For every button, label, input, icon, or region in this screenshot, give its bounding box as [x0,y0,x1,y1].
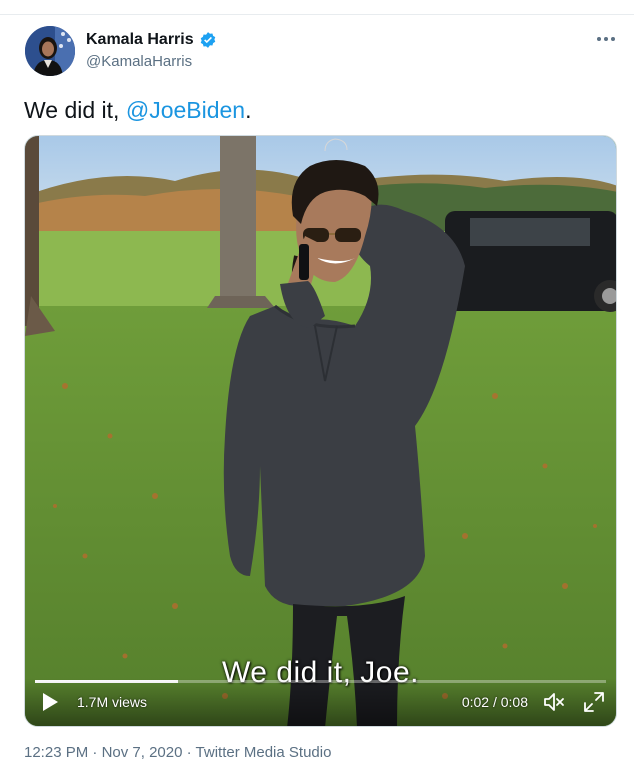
fullscreen-icon [584,692,604,712]
profile-photo-icon [25,26,75,76]
video-frame [25,136,616,726]
divider [0,14,634,15]
mute-icon [544,693,564,711]
video-time: 0:02 / 0:08 [461,694,528,710]
verified-badge-icon [199,31,217,49]
more-options-button[interactable] [595,32,617,46]
play-icon [43,693,58,711]
tweet-text-suffix: . [245,97,252,123]
tweet-date[interactable]: Nov 7, 2020 [102,744,183,761]
play-button[interactable] [39,691,61,713]
view-count: 1.7M views [77,694,148,710]
meta-separator: · [186,744,192,761]
ellipsis-icon [597,37,615,41]
user-handle[interactable]: @KamalaHarris [86,52,217,72]
tweet-time[interactable]: 12:23 PM [24,744,88,761]
tweet-text-prefix: We did it, [24,97,126,123]
avatar[interactable] [25,26,75,76]
video-player[interactable]: We did it, Joe. 1.7M views 0:02 / 0:08 [24,135,617,727]
user-info[interactable]: Kamala Harris @KamalaHarris [86,30,217,72]
tweet-card: Kamala Harris @KamalaHarris We did it, @… [0,0,634,762]
tweet-metadata: 12:23 PM · Nov 7, 2020 · Twitter Media S… [24,744,331,762]
fullscreen-button[interactable] [582,690,606,714]
tweet-source[interactable]: Twitter Media Studio [196,744,332,761]
meta-separator: · [92,744,98,761]
tweet-text: We did it, @JoeBiden. [24,95,252,125]
video-controls: 1.7M views 0:02 / 0:08 [25,678,616,726]
mention-link[interactable]: @JoeBiden [126,97,245,123]
mute-button[interactable] [542,690,566,714]
display-name[interactable]: Kamala Harris [86,30,194,50]
